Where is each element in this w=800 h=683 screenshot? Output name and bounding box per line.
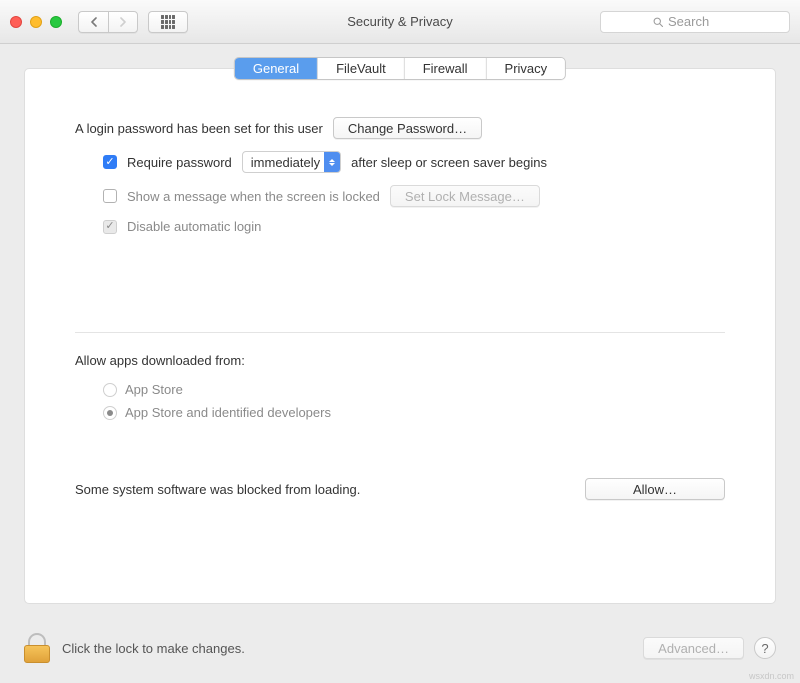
popup-arrows-icon (324, 152, 340, 172)
tab-filevault[interactable]: FileVault (318, 58, 405, 79)
change-password-button[interactable]: Change Password… (333, 117, 482, 139)
search-icon (652, 16, 664, 28)
section-divider (75, 332, 725, 333)
login-password-row: A login password has been set for this u… (75, 117, 725, 139)
traffic-lights (10, 16, 62, 28)
footer: Click the lock to make changes. Advanced… (24, 627, 776, 669)
require-password-delay-popup[interactable]: immediately (242, 151, 341, 173)
require-password-label-prefix: Require password (127, 155, 232, 170)
watermark: wsxdn.com (749, 671, 794, 681)
grid-icon (161, 15, 175, 29)
gatekeeper-option-identified[interactable]: App Store and identified developers (75, 405, 725, 420)
disable-auto-login-checkbox[interactable] (103, 220, 117, 234)
gatekeeper-option-label: App Store and identified developers (125, 405, 331, 420)
lock-button[interactable] (24, 633, 50, 663)
show-message-checkbox[interactable] (103, 189, 117, 203)
tab-bar: General FileVault Firewall Privacy (234, 57, 566, 80)
lock-hint-text: Click the lock to make changes. (62, 641, 245, 656)
show-all-prefs-button[interactable] (148, 11, 188, 33)
allow-button[interactable]: Allow… (585, 478, 725, 500)
help-button[interactable]: ? (754, 637, 776, 659)
gatekeeper-title: Allow apps downloaded from: (75, 353, 725, 368)
back-button[interactable] (78, 11, 108, 33)
chevron-right-icon (119, 17, 127, 27)
minimize-window-button[interactable] (30, 16, 42, 28)
require-password-checkbox[interactable] (103, 155, 117, 169)
disable-auto-login-label: Disable automatic login (127, 219, 261, 234)
gatekeeper-option-appstore[interactable]: App Store (75, 382, 725, 397)
blocked-software-row: Some system software was blocked from lo… (75, 478, 725, 500)
close-window-button[interactable] (10, 16, 22, 28)
blocked-software-text: Some system software was blocked from lo… (75, 482, 360, 497)
preferences-pane: General FileVault Firewall Privacy A log… (24, 68, 776, 604)
chevron-left-icon (90, 17, 98, 27)
tab-privacy[interactable]: Privacy (487, 58, 566, 79)
search-field[interactable] (600, 11, 790, 33)
show-message-label: Show a message when the screen is locked (127, 189, 380, 204)
radio-identified (103, 406, 117, 420)
radio-appstore (103, 383, 117, 397)
search-input[interactable] (668, 14, 738, 29)
require-password-delay-value: immediately (251, 155, 320, 170)
require-password-row: Require password immediately after sleep… (75, 151, 725, 173)
forward-button[interactable] (108, 11, 138, 33)
disable-auto-login-row: Disable automatic login (75, 219, 725, 234)
tab-firewall[interactable]: Firewall (405, 58, 487, 79)
window-toolbar: Security & Privacy (0, 0, 800, 44)
login-password-text: A login password has been set for this u… (75, 121, 323, 136)
tab-general[interactable]: General (235, 58, 318, 79)
require-password-label-suffix: after sleep or screen saver begins (351, 155, 547, 170)
zoom-window-button[interactable] (50, 16, 62, 28)
gatekeeper-option-label: App Store (125, 382, 183, 397)
set-lock-message-button[interactable]: Set Lock Message… (390, 185, 540, 207)
lock-body-icon (24, 645, 50, 663)
advanced-button[interactable]: Advanced… (643, 637, 744, 659)
show-message-row: Show a message when the screen is locked… (75, 185, 725, 207)
nav-back-forward (78, 11, 138, 33)
